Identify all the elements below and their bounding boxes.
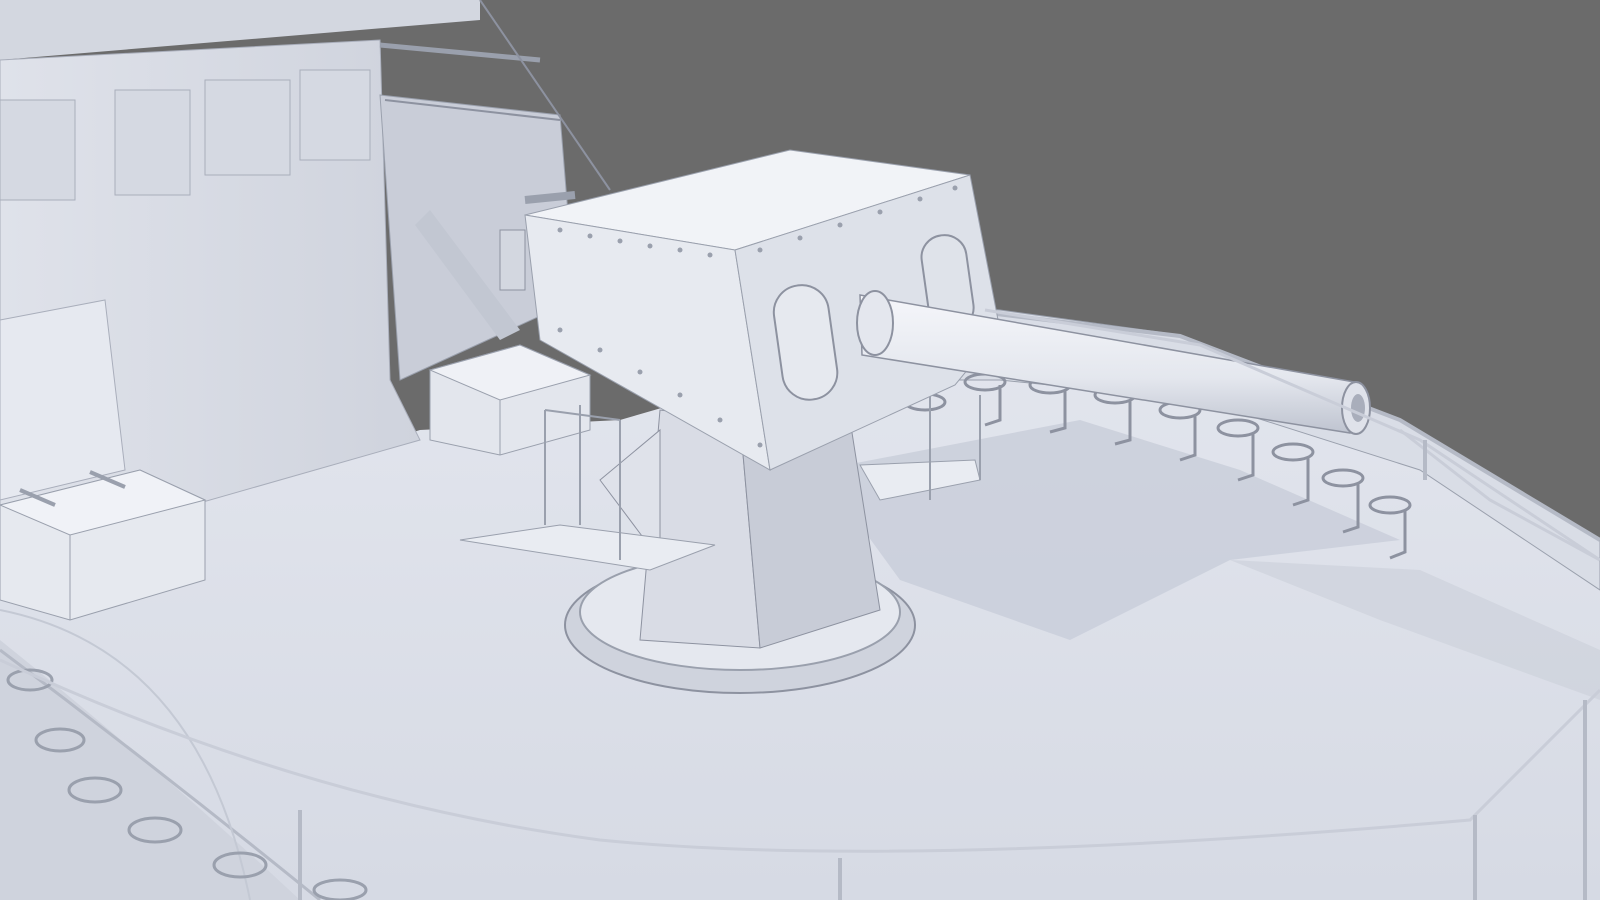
deck-gun-render <box>0 0 1600 900</box>
